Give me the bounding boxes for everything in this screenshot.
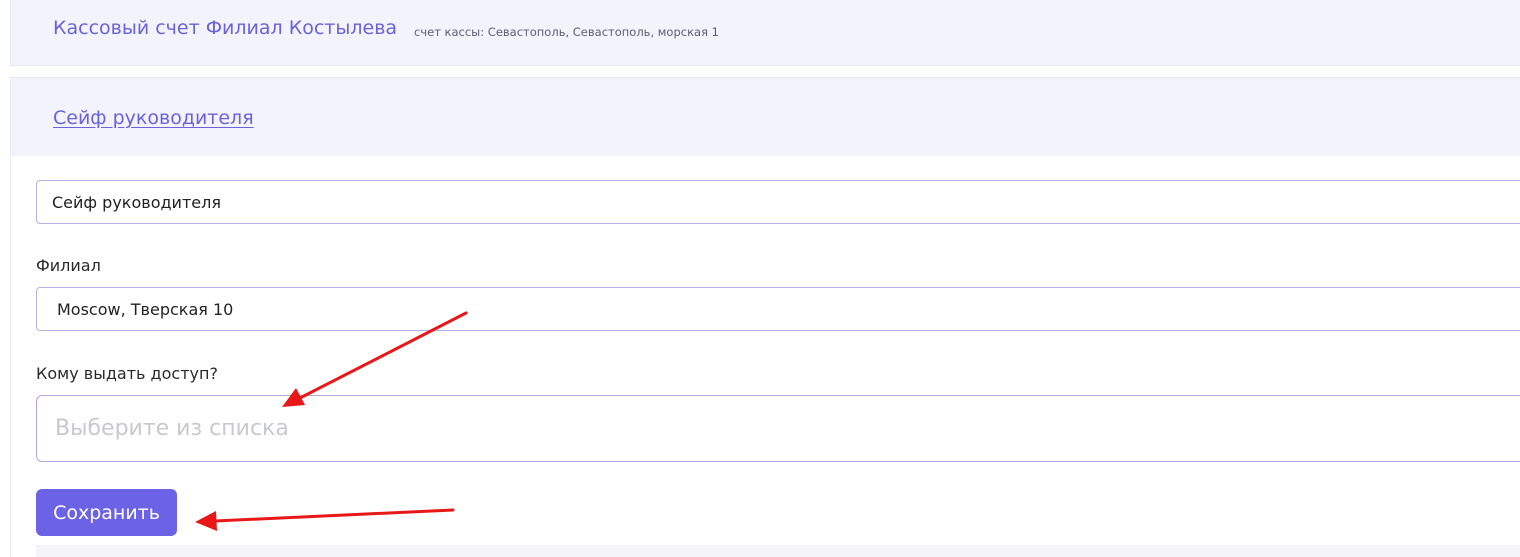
- page: Кассовый счет Филиал Костылева счет касс…: [0, 0, 1520, 557]
- access-multiselect[interactable]: Выберите из списка: [36, 395, 1520, 462]
- safe-title-link[interactable]: Сейф руководителя: [53, 107, 254, 129]
- branch-select[interactable]: Moscow, Тверская 10: [36, 287, 1520, 331]
- branch-label: Филиал: [36, 256, 101, 275]
- safe-name-input[interactable]: Сейф руководителя: [36, 180, 1520, 224]
- footer-strip: [36, 545, 1520, 557]
- save-button[interactable]: Сохранить: [36, 489, 177, 536]
- safe-header: Сейф руководителя: [11, 77, 1520, 156]
- access-label: Кому выдать доступ?: [36, 364, 218, 383]
- account-header: Кассовый счет Филиал Костылева счет касс…: [10, 0, 1520, 66]
- account-title[interactable]: Кассовый счет Филиал Костылева: [53, 17, 397, 39]
- account-subtitle: счет кассы: Севастополь, Севастополь, мо…: [414, 25, 719, 39]
